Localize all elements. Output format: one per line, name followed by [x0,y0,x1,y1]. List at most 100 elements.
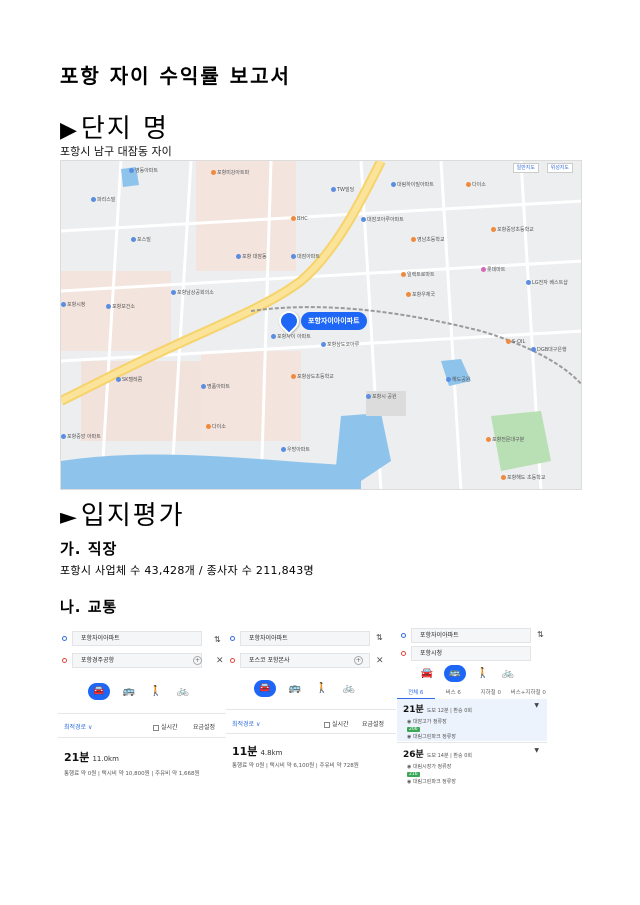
map-poi[interactable]: S-OIL [506,339,525,345]
map-poi[interactable]: 포항남상공회의소 [171,289,214,296]
travel-mode-tabs: 🚘 🚌 🚶 🚲 [88,683,191,700]
report-title: 포항 자이 수익률 보고서 [60,64,291,88]
map-poi[interactable]: DGB대구은행 [531,346,567,353]
car-icon[interactable]: 🚘 [419,668,435,679]
map-poi[interactable]: 포항시 공원 [366,393,397,400]
origin-input[interactable]: 포항자이아파트 [240,631,370,646]
map-poi[interactable]: 파리스빌 [91,196,115,203]
section-heading-text: 입지평가 [80,501,185,531]
map-poi[interactable]: 영동아파트 [129,167,158,174]
map-poi[interactable]: 포항중앙 아파트 [61,433,101,440]
route-panel-cityhall: 포항자이아파트 포항시청 ⇅ 🚘 🚌 🚶 🚲 전체 6 버스 6 지하철 0 버… [397,625,547,785]
bus-icon[interactable]: 🚌 [287,683,303,694]
tab-all[interactable]: 전체 6 [397,688,435,699]
route-option-select[interactable]: 최적경로 ∨ [232,719,260,728]
map-poi[interactable]: 포항상도초등학교 [291,373,334,380]
bus-icon[interactable]: 🚌 [121,686,137,697]
map-poi[interactable]: TW빌딩 [331,186,354,193]
map-poi[interactable]: 포항시청 [61,301,85,308]
bike-icon[interactable]: 🚲 [175,686,191,697]
map-poi[interactable]: SK텔레콤 [116,376,142,383]
travel-mode-tabs: 🚘 🚌 🚶 🚲 [419,665,516,682]
map-poi[interactable]: 포항우체국 [406,291,435,298]
location-map[interactable]: 일반지도 위성지도 영동아파트 포항미강아트파 TW빌딩 대림하이빌아파트 다이… [60,160,582,490]
map-poi[interactable]: 우방아파트 [281,446,310,453]
destination-input[interactable]: 포스코 포항본사 [240,653,370,668]
map-poi[interactable]: 명품아파트 [201,383,230,390]
map-poi[interactable]: 해도공원 [446,376,470,383]
map-poi[interactable]: 대림하이빌아파트 [391,181,434,188]
origin-dot-icon [401,633,406,638]
drive-time: 11분 4.8km [232,745,283,758]
complex-address: 포항시 남구 대잠동 자이 [60,145,172,158]
map-poi[interactable]: 다이소 [206,423,226,430]
map-poi[interactable]: 포항미강아트파 [211,169,249,176]
bike-icon[interactable]: 🚲 [341,683,357,694]
destination-input[interactable]: 포항시청 [411,646,531,661]
walk-icon[interactable]: 🚶 [314,683,330,694]
travel-mode-tabs: 🚘 🚌 🚶 🚲 [254,680,357,697]
car-icon[interactable]: 🚘 [254,680,276,697]
swap-icon[interactable]: ⇅ [376,633,383,642]
bus-icon[interactable]: 🚌 [444,665,466,682]
map-poi[interactable]: 대잠아파트 [291,253,320,260]
map-poi[interactable]: 포항자이 아파트 [271,333,311,340]
car-icon[interactable]: 🚘 [88,683,110,700]
map-poi[interactable]: 영남초등학교 [411,236,445,243]
add-waypoint-icon[interactable]: + [354,656,363,665]
bus-badge: 216 [407,772,420,777]
map-mode-satellite-button[interactable]: 위성지도 [546,163,573,173]
realtime-checkbox[interactable]: 실시간 [153,722,178,731]
jobs-stat-text: 포항시 사업체 수 43,428개 / 종사자 수 211,843명 [60,564,314,577]
tab-bus-subway[interactable]: 버스+지하철 0 [510,688,548,699]
swap-icon[interactable]: ⇅ [214,635,221,644]
destination-dot-icon [401,651,406,656]
complex-location-marker[interactable]: 포항자이아이파트 [274,306,367,336]
section-heading-text: 단지 명 [80,114,169,144]
map-poi[interactable]: BHC [291,216,308,222]
map-poi[interactable]: 포항상도코아루 [321,341,359,348]
origin-dot-icon [62,636,67,641]
transit-option[interactable]: 26분 도보 14분 | 환승 0회 ▼ ◉ 대림시장가 정류장 216 ◉ 대림… [397,744,547,785]
map-poi[interactable]: 포항전문대구분 [486,436,524,443]
origin-input[interactable]: 포항자이아파트 [72,631,202,646]
fare-setting-button[interactable]: 요금설정 [362,719,384,728]
map-poi[interactable]: 대잠코아루아파트 [361,216,404,223]
map-poi[interactable]: 포스빌 [131,236,151,243]
destination-dot-icon [230,658,235,663]
realtime-checkbox[interactable]: 실시간 [324,719,349,728]
map-poi[interactable]: 일렉트로마트 [401,271,435,278]
pointer-marker-icon: ► [60,505,79,530]
walk-icon[interactable]: 🚶 [148,686,164,697]
add-waypoint-icon[interactable]: + [193,656,202,665]
bus-badge: 206 [407,727,420,732]
map-poi[interactable]: 다이소 [466,181,486,188]
fare-setting-button[interactable]: 요금설정 [193,722,215,731]
map-poi[interactable]: 포항해도 초등학교 [501,474,545,481]
destination-input[interactable]: 포항경주공항 [72,653,202,668]
map-poi[interactable]: 포항중앙초등학교 [491,226,534,233]
fare-summary: 통행료 약 0원 | 택시비 약 10,800원 | 주유비 약 1,668원 [64,771,200,777]
map-poi[interactable]: LG전자 베스트샵 [526,279,568,286]
close-icon[interactable]: ✕ [216,656,224,666]
transit-option[interactable]: 21분 도보 12분 | 환승 0회 ▼ ◉ 대잠고가 정류장 206 ◉ 대림그… [397,699,547,741]
map-mode-normal-button[interactable]: 일반지도 [512,163,539,173]
destination-dot-icon [62,658,67,663]
close-icon[interactable]: ✕ [376,656,384,666]
bike-icon[interactable]: 🚲 [500,668,516,679]
chevron-down-icon[interactable]: ▼ [534,702,539,709]
swap-icon[interactable]: ⇅ [537,630,544,639]
jobs-heading: 가. 직장 [60,540,118,558]
section-heading-location: ►입지평가 [60,495,185,532]
route-option-select[interactable]: 최적경로 ∨ [64,722,92,731]
map-poi[interactable]: 포항보건소 [106,303,135,310]
chevron-down-icon[interactable]: ▼ [534,747,539,754]
pin-label: 포항자이아이파트 [301,312,367,330]
tab-subway[interactable]: 지하철 0 [472,688,510,699]
walk-icon[interactable]: 🚶 [475,668,491,679]
map-poi[interactable]: 포항 대잠동 [236,253,267,260]
origin-input[interactable]: 포항자이아파트 [411,628,531,643]
map-pin-icon [274,306,304,336]
tab-bus[interactable]: 버스 6 [435,688,473,699]
map-poi[interactable]: 롯데마트 [481,266,505,273]
